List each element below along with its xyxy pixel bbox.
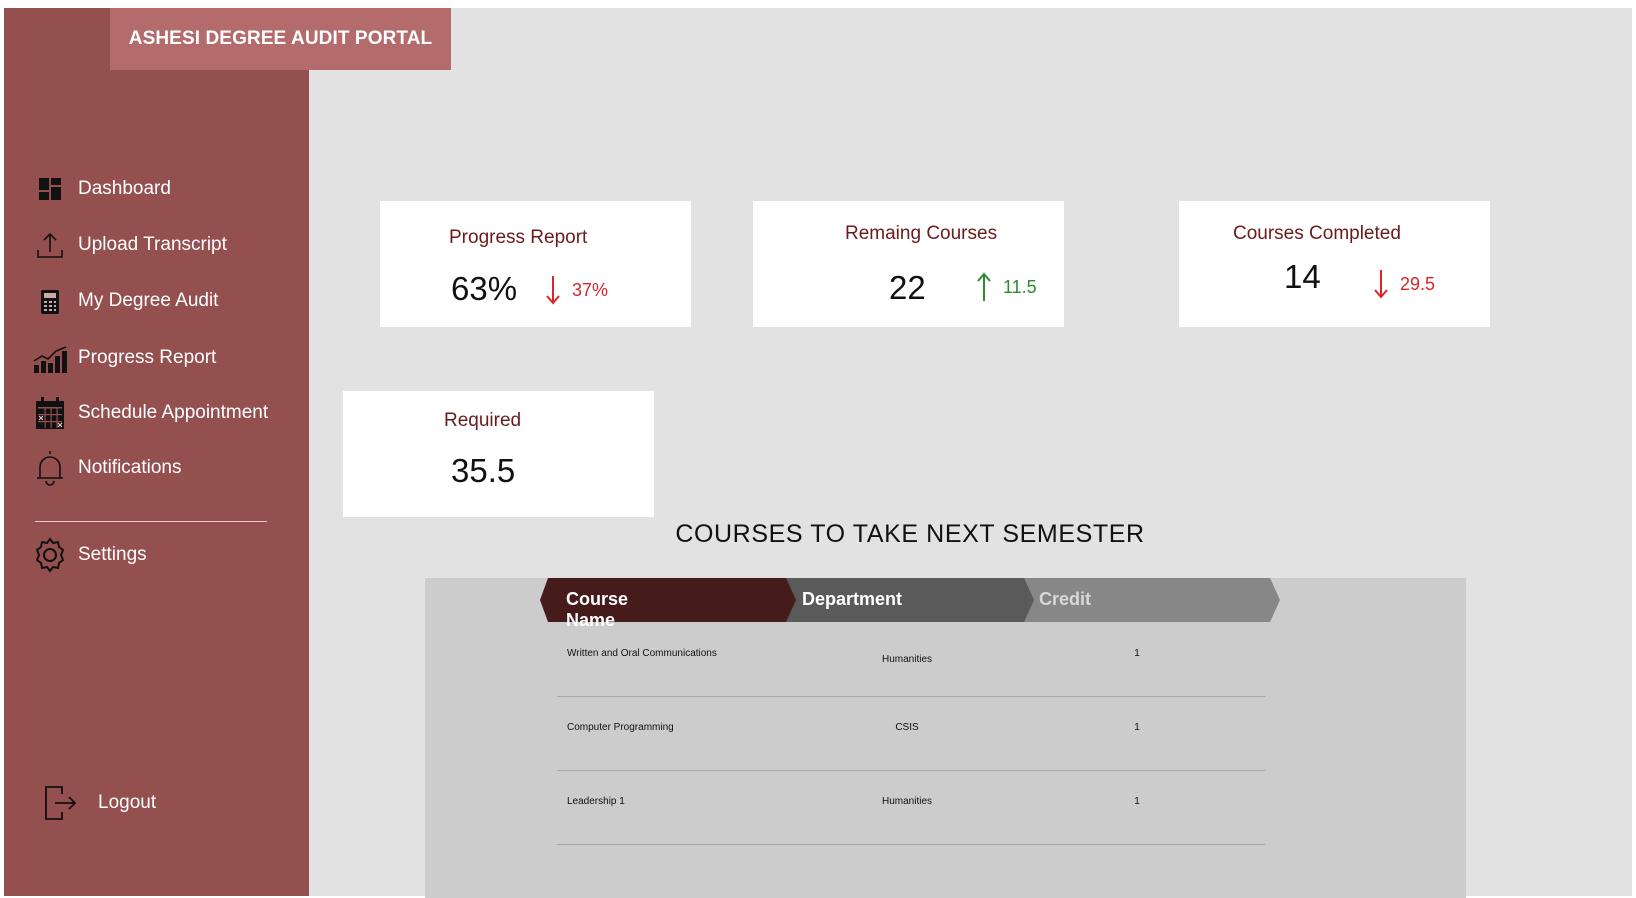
sidebar-item-label: Settings <box>78 544 147 565</box>
upload-icon <box>30 227 70 263</box>
card-value: 63% <box>451 270 518 307</box>
sidebar-item-label: Dashboard <box>78 178 171 199</box>
arrow-up-icon <box>977 272 991 301</box>
chart-icon <box>30 340 70 376</box>
arrow-down-icon <box>546 276 560 305</box>
department-cell: Humanities <box>881 654 933 665</box>
credit-cell: 1 <box>1134 722 1140 733</box>
arrow-down-icon <box>1374 270 1388 299</box>
card-title: Courses Completed <box>1233 223 1401 244</box>
sidebar-item-label: Upload Transcript <box>78 234 227 255</box>
logout-label: Logout <box>98 792 157 813</box>
logout-icon <box>40 785 80 821</box>
card-value: 35.5 <box>451 452 516 489</box>
credit-cell: 1 <box>1134 796 1140 807</box>
app-title: ASHESI DEGREE AUDIT PORTAL <box>110 8 451 70</box>
courses-completed-card[interactable]: Courses Completed 14 29.5 <box>1179 201 1490 327</box>
card-title: Required <box>444 410 522 431</box>
card-delta: 29.5 <box>1374 269 1435 299</box>
sidebar-item-label: Notifications <box>78 457 182 478</box>
gear-icon <box>30 537 70 573</box>
card-value: 22 <box>889 269 926 306</box>
table-header-bar <box>540 578 1280 622</box>
sidebar-item-dashboard[interactable]: Dashboard <box>30 171 171 207</box>
department-cell: CSIS <box>895 722 919 733</box>
sidebar-item-label: Progress Report <box>78 347 217 368</box>
dashboard-icon <box>30 171 70 207</box>
card-delta-value: 29.5 <box>1400 273 1436 294</box>
remaining-courses-card[interactable]: Remaing Courses 22 11.5 <box>753 201 1064 327</box>
card-delta: 11.5 <box>977 272 1037 302</box>
sidebar-divider <box>35 521 267 522</box>
sidebar-item-schedule-appointment[interactable]: Schedule Appointment <box>30 395 268 431</box>
table-row[interactable]: Leadership 1 Humanities 1 <box>557 770 1265 845</box>
sidebar-item-label: My Degree Audit <box>78 290 219 311</box>
sidebar-item-progress-report[interactable]: Progress Report <box>30 340 216 376</box>
sidebar-item-notifications[interactable]: Notifications <box>30 450 182 486</box>
credit-cell: 1 <box>1134 648 1140 659</box>
calculator-icon <box>30 283 70 319</box>
sidebar-item-upload-transcript[interactable]: Upload Transcript <box>30 227 227 263</box>
progress-report-card[interactable]: Progress Report 63% 37% <box>380 201 691 327</box>
card-title: Remaing Courses <box>845 223 998 244</box>
calendar-icon <box>30 395 70 431</box>
course-name-cell: Written and Oral Communications <box>567 648 717 659</box>
card-value: 14 <box>1284 258 1321 295</box>
department-cell: Humanities <box>881 796 933 807</box>
sidebar-item-my-degree-audit[interactable]: My Degree Audit <box>30 283 218 319</box>
courses-section-title: COURSES TO TAKE NEXT SEMESTER <box>675 520 1145 548</box>
bell-icon <box>30 450 70 486</box>
logout-button[interactable]: Logout <box>40 785 156 821</box>
table-row[interactable]: Computer Programming CSIS 1 <box>557 696 1265 771</box>
course-name-cell: Computer Programming <box>567 722 674 733</box>
card-delta-value: 11.5 <box>1003 276 1037 297</box>
sidebar-item-settings[interactable]: Settings <box>30 537 147 573</box>
card-title: Progress Report <box>449 227 588 248</box>
course-name-cell: Leadership 1 <box>567 796 625 807</box>
sidebar-item-label: Schedule Appointment <box>78 402 269 423</box>
card-delta-value: 37% <box>572 279 609 300</box>
table-row[interactable]: Written and Oral Communications Humaniti… <box>557 622 1265 697</box>
required-card[interactable]: Required 35.5 <box>343 391 654 517</box>
card-delta: 37% <box>546 275 608 305</box>
